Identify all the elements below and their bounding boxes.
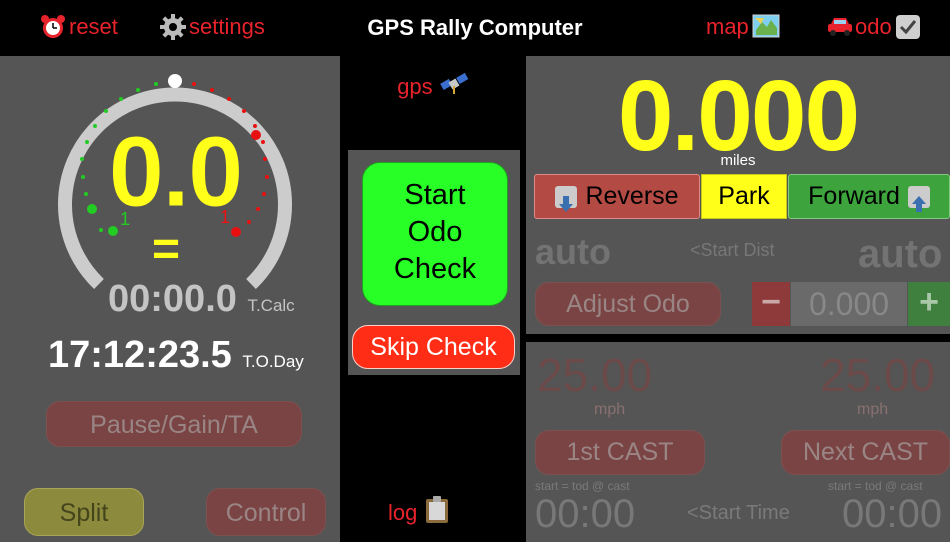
start-odo-check-button[interactable]: Start Odo Check xyxy=(362,162,508,306)
auto-left-label: auto xyxy=(535,231,611,272)
forward-label: Forward xyxy=(808,182,900,210)
app-title: GPS Rally Computer xyxy=(367,15,583,40)
control-button[interactable]: Control xyxy=(206,488,326,536)
increment-button[interactable]: + xyxy=(908,282,950,326)
start-check-line-3: Check xyxy=(393,253,477,285)
next-cast-button[interactable]: Next CAST xyxy=(781,430,950,475)
gauge-top-marker xyxy=(168,74,182,88)
tod-label: T.O.Day xyxy=(242,352,304,371)
checkbox-checked-icon[interactable] xyxy=(895,14,921,40)
park-button[interactable]: Park xyxy=(701,174,787,219)
tod-value: 17:12:23.5 xyxy=(48,334,232,376)
next-cast-value: 25.00 xyxy=(820,349,936,401)
log-label: log xyxy=(388,500,418,525)
reverse-button[interactable]: Reverse xyxy=(534,174,700,219)
right-start-time: 00:00 xyxy=(842,492,943,536)
next-cast-unit: mph xyxy=(857,401,889,418)
gps-status: gps xyxy=(340,72,526,104)
tcalc-value: 00:00.0 xyxy=(108,278,237,320)
top-bar: reset settings GPS Rally Computer map od… xyxy=(0,0,950,56)
arrow-up-icon xyxy=(907,185,930,212)
left-start-time: 00:00 xyxy=(535,492,636,536)
odometer-unit: miles xyxy=(720,152,756,169)
odometer-value: 0.000 xyxy=(617,60,860,172)
start-dist-label: <Start Dist xyxy=(690,240,775,260)
current-cast-value: 25.00 xyxy=(537,349,653,401)
gps-label: gps xyxy=(397,73,433,99)
satellite-icon xyxy=(439,72,469,104)
forward-button[interactable]: Forward xyxy=(788,174,950,219)
adjust-odo-button[interactable]: Adjust Odo xyxy=(535,282,721,326)
skip-check-button[interactable]: Skip Check xyxy=(352,325,515,369)
pace-indicator: = xyxy=(152,223,181,276)
log-button[interactable]: log xyxy=(388,496,449,530)
left-start-note: start = tod @ cast xyxy=(535,479,630,493)
odo-toggle[interactable]: odo xyxy=(826,14,921,40)
start-time-label: <Start Time xyxy=(687,502,790,524)
clipboard-icon xyxy=(425,496,449,530)
map-icon xyxy=(752,14,780,40)
adjust-value-field[interactable]: 0.000 xyxy=(791,282,907,326)
split-button[interactable]: Split xyxy=(24,488,144,536)
start-check-line-1: Start xyxy=(404,179,466,211)
odo-label: odo xyxy=(855,14,892,39)
arrow-down-icon xyxy=(555,185,578,212)
tcalc-label: T.Calc xyxy=(247,296,295,315)
car-icon xyxy=(826,14,852,40)
time-of-day-readout: 17:12:23.5 T.O.Day xyxy=(48,334,304,377)
first-cast-button[interactable]: 1st CAST xyxy=(535,430,705,475)
auto-right-label: auto xyxy=(858,232,943,276)
reverse-label: Reverse xyxy=(585,182,679,210)
speed-value: 0.0 xyxy=(108,116,244,228)
current-cast-unit: mph xyxy=(594,401,626,418)
map-label: map xyxy=(706,14,749,39)
decrement-button[interactable]: − xyxy=(752,282,790,326)
tcalc-readout: 00:00.0 T.Calc xyxy=(108,278,295,321)
pause-gain-ta-button[interactable]: Pause/Gain/TA xyxy=(46,401,302,447)
start-check-line-2: Odo xyxy=(407,216,463,248)
map-button[interactable]: map xyxy=(706,14,780,40)
right-start-note: start = tod @ cast xyxy=(828,479,923,493)
